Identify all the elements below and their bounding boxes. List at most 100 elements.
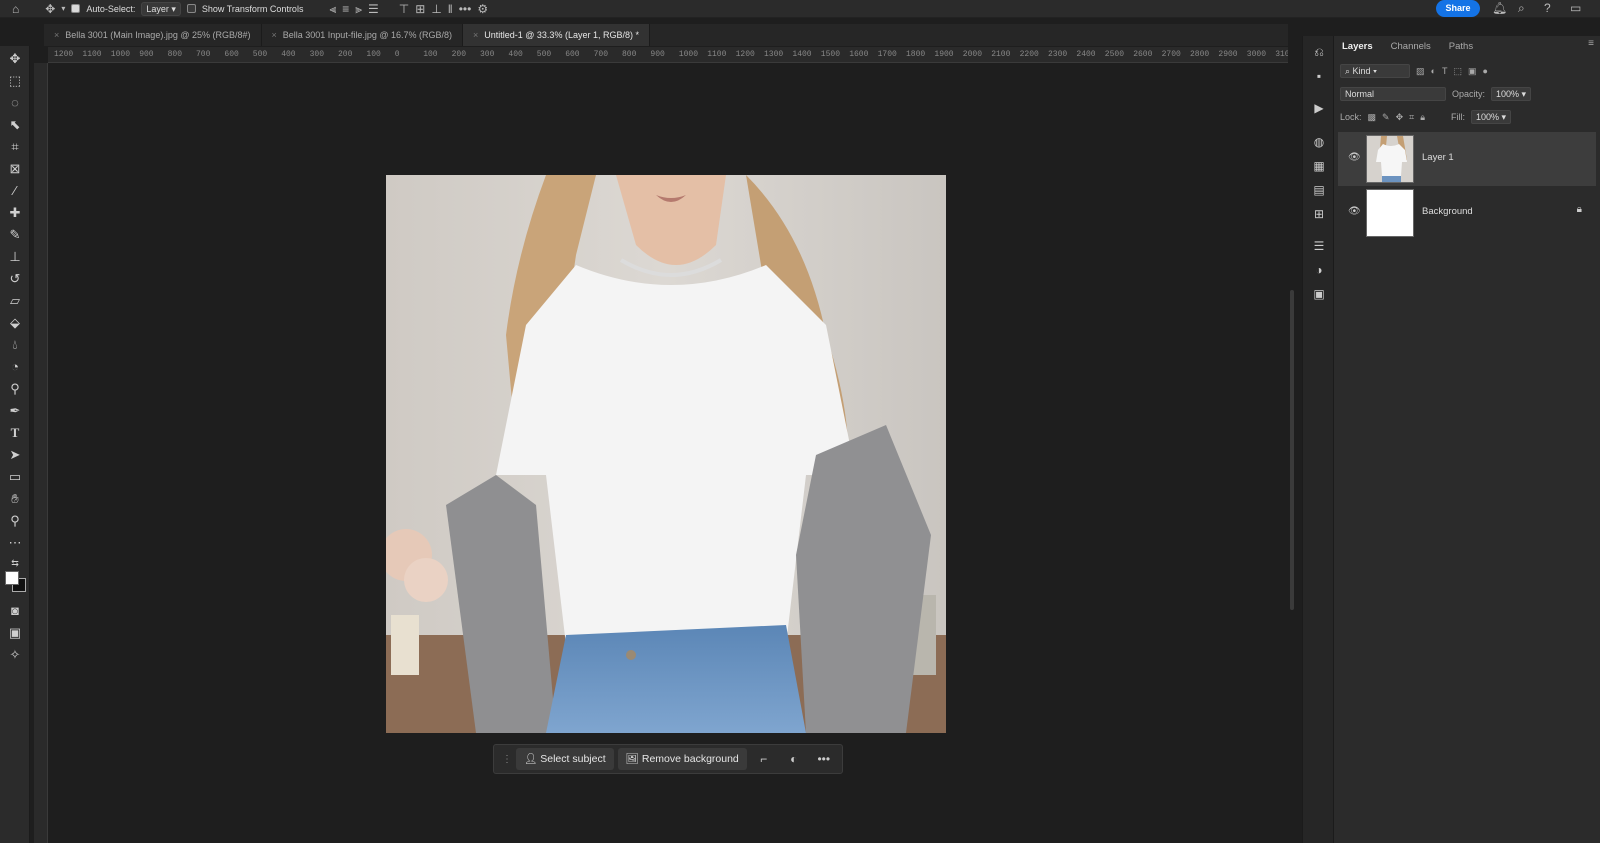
distribute-icon[interactable]: ☰ [368, 0, 379, 18]
adjustments-icon[interactable]: ◑ [1311, 262, 1327, 278]
screen-mode-icon[interactable]: ▣ [5, 624, 25, 642]
stamp-tool-icon[interactable]: ⊥ [5, 248, 25, 266]
show-transform-checkbox[interactable] [186, 4, 196, 13]
object-selection-icon[interactable]: ⬉ [5, 116, 25, 134]
color-swatches[interactable] [4, 570, 28, 594]
comment-icon[interactable]: ▪ [1311, 68, 1327, 84]
history-brush-icon[interactable]: ↺ [5, 270, 25, 288]
quick-mask-icon[interactable]: ◙ [5, 602, 25, 620]
ruler-tick-label: 1000 [678, 50, 698, 59]
foreground-color-swatch[interactable] [5, 571, 19, 585]
shape-filter-icon[interactable]: ⬚ [1453, 66, 1462, 77]
more-options-button[interactable]: ••• [459, 0, 472, 18]
pixel-filter-icon[interactable]: ▨ [1416, 66, 1425, 77]
sliders-icon[interactable]: ☰ [1311, 238, 1327, 254]
filter-toggle-icon[interactable]: ● [1482, 66, 1487, 76]
more-options-button[interactable]: ••• [811, 748, 837, 770]
bell-icon[interactable]: 🔔︎ [1492, 1, 1507, 15]
tab-document-1[interactable]: × Bella 3001 (Main Image).jpg @ 25% (RGB/… [44, 24, 262, 46]
align-top-icon[interactable]: ⊤ [399, 0, 409, 18]
select-subject-button[interactable]: 👤︎ Select subject [516, 748, 614, 770]
table-icon[interactable]: ▦ [1311, 158, 1327, 174]
generative-icon[interactable]: ✧ [5, 646, 25, 664]
close-icon[interactable]: × [272, 30, 277, 40]
ruler-tick-label: 900 [139, 50, 154, 59]
blend-mode-value: Normal [1345, 89, 1375, 99]
frame-tool-icon[interactable]: ⊠ [5, 160, 25, 178]
search-icon[interactable]: ⌕ [1518, 1, 1525, 16]
layer-row-background[interactable]: 👁︎ Background 🔒︎ [1338, 186, 1596, 240]
home-icon[interactable]: ⌂ [12, 0, 19, 18]
properties-icon[interactable]: ▣ [1311, 286, 1327, 302]
align-bottom-icon[interactable]: ⊥ [431, 0, 441, 18]
tab-document-2[interactable]: × Bella 3001 Input-file.jpg @ 16.7% (RGB/… [262, 24, 463, 46]
align-middle-icon[interactable]: ⊞ [415, 0, 425, 18]
zoom-tool-icon[interactable]: ⚲ [5, 512, 25, 530]
pen-tool-icon[interactable]: ✒ [5, 402, 25, 420]
play-icon[interactable]: ▶ [1311, 100, 1327, 116]
path-selection-icon[interactable]: ➤ [5, 446, 25, 464]
close-icon[interactable]: × [473, 30, 478, 40]
drag-handle-icon[interactable]: ⋮ [502, 754, 512, 765]
zoom-search-icon[interactable]: ⚲ [5, 380, 25, 398]
lock-transparent-icon[interactable]: ▩ [1368, 112, 1377, 123]
move-tool-icon[interactable]: ✥ [5, 50, 25, 68]
hand-tool-icon[interactable]: ✋︎ [5, 490, 25, 508]
blur-tool-icon[interactable]: 💧︎ [5, 336, 25, 354]
dodge-tool-icon[interactable]: ◔ [5, 358, 25, 376]
remove-background-button[interactable]: 🖼︎ Remove background [617, 748, 747, 770]
crop-tool-icon[interactable]: ⌗ [5, 138, 25, 156]
tab-layers[interactable]: Layers [1342, 41, 1373, 52]
align-left-icon[interactable]: ⫷ [329, 0, 336, 18]
distribute-vertical-icon[interactable]: ‖ [448, 0, 453, 18]
tab-paths[interactable]: Paths [1449, 41, 1473, 52]
filter-kind-dropdown[interactable]: ⌕ Kind ▾ [1340, 64, 1410, 78]
visibility-eye-icon[interactable]: 👁︎ [1348, 152, 1361, 163]
history-icon[interactable]: ⎌ [1311, 44, 1327, 60]
3d-icon[interactable]: ◍ [1311, 134, 1327, 150]
workspace-icon[interactable]: ▭ [1570, 1, 1581, 15]
more-tools-icon[interactable]: ⋯ [5, 534, 25, 552]
eyedropper-icon[interactable]: ⁄ [5, 182, 25, 200]
tab-document-3[interactable]: × Untitled-1 @ 33.3% (Layer 1, RGB/8) * [463, 24, 650, 46]
panel-menu-icon[interactable]: ≡ [1588, 38, 1594, 49]
rectangle-tool-icon[interactable]: ▭ [5, 468, 25, 486]
grid-icon[interactable]: ⊞ [1311, 206, 1327, 222]
auto-select-dropdown[interactable]: Layer ▾ [141, 1, 181, 16]
share-button[interactable]: Share [1436, 0, 1480, 17]
close-icon[interactable]: × [54, 30, 59, 40]
adjustment-icon[interactable]: ◐ [781, 748, 807, 770]
align-center-icon[interactable]: ≡ [342, 0, 349, 18]
move-tool-icon[interactable]: ✥ [45, 0, 55, 18]
auto-select-checkbox[interactable] [71, 4, 81, 13]
gear-icon[interactable]: ⚙ [477, 0, 488, 18]
lasso-tool-icon[interactable]: ◌ [5, 94, 25, 112]
healing-brush-icon[interactable]: ✚ [5, 204, 25, 222]
layer-row-layer-1[interactable]: 👁︎ Layer 1 [1338, 132, 1596, 186]
adjustment-filter-icon[interactable]: ◐ [1431, 66, 1436, 76]
smart-object-filter-icon[interactable]: ▣ [1468, 66, 1477, 77]
lock-position-icon[interactable]: ✥ [1396, 112, 1404, 123]
type-filter-icon[interactable]: T [1442, 66, 1448, 76]
blend-mode-dropdown[interactable]: Normal [1340, 87, 1446, 101]
lock-artboard-icon[interactable]: ⌗ [1409, 112, 1414, 123]
opacity-field[interactable]: 100% ▾ [1491, 87, 1532, 101]
visibility-eye-icon[interactable]: 👁︎ [1348, 206, 1361, 217]
document-image[interactable] [386, 175, 946, 733]
lock-row: Lock: ▩ ✎ ✥ ⌗ 🔒︎ Fill: 100% ▾ [1340, 110, 1512, 124]
chevron-down-icon[interactable]: ▾ [61, 0, 65, 18]
align-right-icon[interactable]: ⫸ [355, 0, 362, 18]
marquee-tool-icon[interactable]: ⬚ [5, 72, 25, 90]
vertical-scrollbar[interactable] [1290, 290, 1294, 610]
eraser-icon[interactable]: ▱ [5, 292, 25, 310]
type-tool-icon[interactable]: T [5, 424, 25, 442]
lock-pixels-icon[interactable]: ✎ [1382, 112, 1390, 123]
lock-all-icon[interactable]: 🔒︎ [1420, 112, 1425, 123]
help-icon[interactable]: ? [1544, 1, 1551, 15]
paint-bucket-icon[interactable]: ⬙ [5, 314, 25, 332]
brush-tool-icon[interactable]: ✎ [5, 226, 25, 244]
transform-icon[interactable]: ⌐ [751, 748, 777, 770]
gradient-icon[interactable]: ▤ [1311, 182, 1327, 198]
tab-channels[interactable]: Channels [1391, 41, 1431, 52]
fill-field[interactable]: 100% ▾ [1471, 110, 1512, 124]
